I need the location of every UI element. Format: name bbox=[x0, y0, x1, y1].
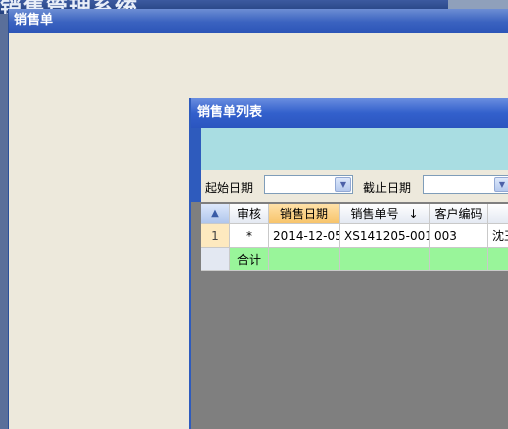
cell-sales-date[interactable]: 2014-12-05 bbox=[269, 224, 340, 248]
total-row-header bbox=[201, 248, 230, 271]
end-date-field[interactable]: ▼ bbox=[423, 175, 508, 194]
sales-order-list-title[interactable]: 销售单列表 bbox=[191, 98, 508, 128]
sales-order-grid: ▲ 审核 销售日期 销售单号 ↓ 客户编码 1 * 2014-12-05 XS1… bbox=[201, 204, 508, 271]
end-date-label: 截止日期 bbox=[363, 181, 412, 195]
column-header-audit[interactable]: 审核 bbox=[230, 204, 269, 224]
column-header-order-no[interactable]: 销售单号 ↓ bbox=[340, 204, 430, 224]
cell-customer-code[interactable]: 003 bbox=[430, 224, 488, 248]
table-row[interactable]: 1 * 2014-12-05 XS141205-001 003 沈王 bbox=[201, 224, 508, 248]
column-header-sales-date[interactable]: 销售日期 bbox=[269, 204, 340, 224]
toolbar-panel bbox=[191, 128, 508, 170]
total-label: 合计 bbox=[230, 248, 269, 271]
total-cell-customer-code bbox=[430, 248, 488, 271]
cell-audit[interactable]: * bbox=[230, 224, 269, 248]
cell-order-no[interactable]: XS141205-001 bbox=[340, 224, 430, 248]
start-date-field[interactable]: ▼ bbox=[264, 175, 353, 194]
row-number[interactable]: 1 bbox=[201, 224, 230, 248]
column-header-order-no-label: 销售单号 bbox=[350, 207, 399, 221]
column-header-next[interactable] bbox=[488, 204, 508, 224]
total-cell-order-no bbox=[340, 248, 430, 271]
total-cell-next bbox=[488, 248, 508, 271]
start-date-label: 起始日期 bbox=[205, 181, 254, 195]
column-header-customer-code[interactable]: 客户编码 bbox=[430, 204, 488, 224]
filter-bar: 起始日期 ▼ 截止日期 ▼ bbox=[191, 170, 508, 202]
lock-icon[interactable]: ▲ bbox=[201, 204, 230, 224]
grid-header-row: ▲ 审核 销售日期 销售单号 ↓ 客户编码 bbox=[201, 204, 508, 224]
sales-order-list-window: 销售单列表 起始日期 ▼ 截止日期 ▼ ▲ 审核 销售日期 销售单号 ↓ 客户编… bbox=[189, 98, 508, 429]
sales-order-window-title[interactable]: 销售单 bbox=[9, 9, 508, 33]
cell-next[interactable]: 沈王 bbox=[488, 224, 508, 248]
total-cell-date bbox=[269, 248, 340, 271]
sort-arrow-icon: ↓ bbox=[408, 206, 419, 221]
chevron-down-icon[interactable]: ▼ bbox=[494, 177, 508, 192]
chevron-down-icon[interactable]: ▼ bbox=[335, 177, 351, 192]
total-row: 合计 bbox=[201, 248, 508, 271]
